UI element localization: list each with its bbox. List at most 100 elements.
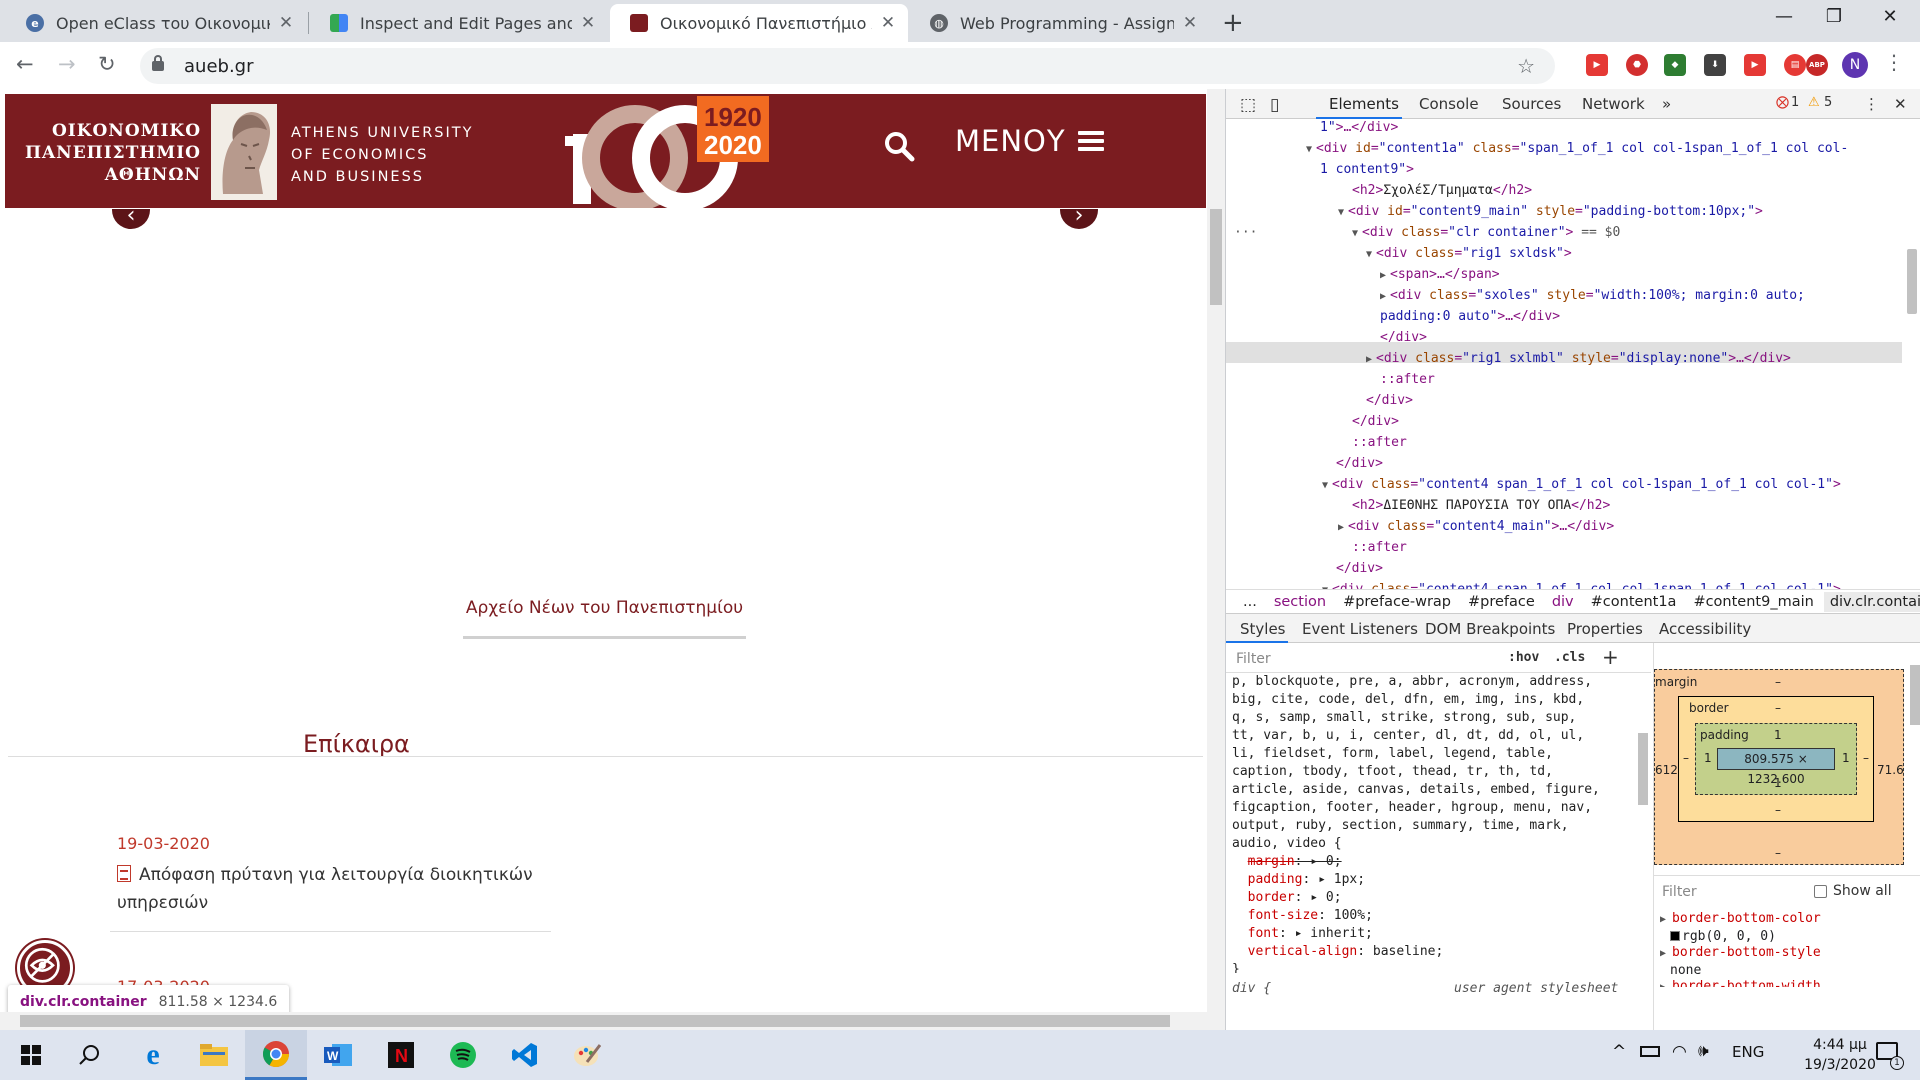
margin-right-value[interactable]: 71.6 bbox=[1877, 763, 1904, 777]
dom-node[interactable]: padding:0 auto">…</div> bbox=[1380, 306, 1560, 327]
paint-icon[interactable] bbox=[556, 1030, 618, 1080]
computed-property[interactable]: ▶ border-bottom-width bbox=[1660, 979, 1910, 987]
dom-node[interactable]: </div> bbox=[1336, 453, 1383, 474]
tab-sources[interactable]: Sources bbox=[1502, 95, 1561, 113]
extension-icon[interactable]: ▤ bbox=[1784, 54, 1806, 76]
adblock-icon[interactable]: ABP bbox=[1806, 54, 1828, 76]
tab-properties[interactable]: Properties bbox=[1567, 620, 1643, 638]
address-bar[interactable]: aueb.gr ☆ bbox=[140, 48, 1555, 84]
extension-icon[interactable]: ▶ bbox=[1744, 54, 1766, 76]
tab-dom-breakpoints[interactable]: DOM Breakpoints bbox=[1425, 620, 1555, 638]
dom-node[interactable]: 1">…</div> bbox=[1320, 119, 1398, 138]
lock-icon[interactable] bbox=[152, 55, 164, 71]
breadcrumb-item[interactable]: ... bbox=[1243, 594, 1257, 610]
browser-menu-icon[interactable]: ⋮ bbox=[1884, 50, 1904, 74]
dom-node[interactable]: 1 content9"> bbox=[1320, 159, 1414, 180]
tab-network[interactable]: Network bbox=[1582, 95, 1645, 113]
close-window-button[interactable]: ✕ bbox=[1870, 6, 1910, 27]
browser-tab[interactable]: e Open eClass του Οικονομικού Πανεπιστημ… bbox=[6, 4, 306, 42]
styles-scrollbar[interactable] bbox=[1633, 673, 1651, 1030]
close-tab-icon[interactable]: ✕ bbox=[878, 13, 898, 33]
file-explorer-icon[interactable] bbox=[183, 1030, 245, 1080]
tab-event-listeners[interactable]: Event Listeners bbox=[1302, 620, 1418, 638]
word-icon[interactable]: W bbox=[307, 1030, 369, 1080]
border-left-value[interactable]: – bbox=[1683, 751, 1689, 765]
breadcrumb-item[interactable]: #content1a bbox=[1591, 594, 1677, 610]
computed-property[interactable]: ▶ border-bottom-style bbox=[1660, 945, 1910, 963]
volume-icon[interactable]: 🕪 bbox=[1698, 1041, 1709, 1061]
minimize-window-button[interactable]: — bbox=[1764, 6, 1804, 27]
show-all-checkbox[interactable]: Show all bbox=[1814, 883, 1892, 899]
reload-button[interactable]: ↻ bbox=[98, 52, 116, 76]
tab-console[interactable]: Console bbox=[1419, 95, 1479, 113]
inspect-element-icon[interactable]: ⬚ bbox=[1240, 95, 1256, 115]
menu-button[interactable]: ΜΕΝΟΥ bbox=[955, 124, 1104, 158]
slider-next-arrow[interactable]: › bbox=[1060, 209, 1098, 229]
chrome-icon[interactable] bbox=[245, 1030, 307, 1080]
tab-accessibility[interactable]: Accessibility bbox=[1659, 620, 1751, 638]
warning-icon[interactable]: ⚠ bbox=[1808, 95, 1820, 110]
page-vertical-scrollbar[interactable] bbox=[1207, 89, 1225, 1030]
extension-icon[interactable]: ▶ bbox=[1586, 54, 1608, 76]
forward-button[interactable]: → bbox=[58, 52, 76, 76]
css-rule-header[interactable]: div { user agent stylesheet bbox=[1232, 981, 1632, 996]
dom-node[interactable]: </div> bbox=[1380, 327, 1427, 348]
box-content-size[interactable]: 809.575 × 1232.600 bbox=[1717, 748, 1835, 786]
dom-node[interactable]: ::after bbox=[1380, 369, 1435, 390]
breadcrumb-item[interactable]: #content9_main bbox=[1693, 594, 1813, 610]
vscode-icon[interactable] bbox=[494, 1030, 556, 1080]
dom-tree-scrollbar[interactable] bbox=[1902, 119, 1920, 589]
warning-count[interactable]: 5 bbox=[1824, 95, 1832, 110]
error-count[interactable]: 1 bbox=[1791, 95, 1799, 110]
css-rule-text[interactable]: p, blockquote, pre, a, abbr, acronym, ad… bbox=[1232, 673, 1632, 973]
breadcrumb-item[interactable]: div bbox=[1552, 594, 1574, 610]
search-icon[interactable] bbox=[58, 1030, 120, 1080]
error-icon[interactable]: ⨂ bbox=[1776, 95, 1789, 110]
computed-scrollbar[interactable] bbox=[1906, 643, 1920, 1030]
battery-icon[interactable] bbox=[1640, 1046, 1660, 1057]
checkbox-icon[interactable] bbox=[1814, 884, 1827, 898]
dom-node[interactable]: ▼ <div id="content1a" class="span_1_of_1 … bbox=[1306, 138, 1848, 160]
close-tab-icon[interactable]: ✕ bbox=[276, 13, 296, 33]
news-item[interactable]: Απόφαση πρύτανη για λειτουργία διοικητικ… bbox=[117, 861, 537, 917]
margin-bottom-value[interactable]: – bbox=[1775, 846, 1781, 860]
new-rule-button[interactable]: + bbox=[1602, 645, 1619, 669]
browser-tab[interactable]: Inspect and Edit Pages and Styles ✕ bbox=[310, 4, 608, 42]
border-top-value[interactable]: – bbox=[1775, 701, 1781, 715]
dom-node[interactable]: ▶ <div class="rig1 sxlmbl" style="display… bbox=[1366, 348, 1791, 370]
news-item-title[interactable]: Απόφαση πρύτανη για λειτουργία διοικητικ… bbox=[117, 865, 533, 913]
dom-node[interactable]: ▼<div class="content4 span_1_of_1 col co… bbox=[1322, 474, 1841, 496]
bookmark-star-icon[interactable]: ☆ bbox=[1517, 54, 1535, 78]
breadcrumb-item[interactable]: #preface bbox=[1468, 594, 1535, 610]
search-icon[interactable] bbox=[883, 130, 915, 162]
extension-icon[interactable]: ⬣ bbox=[1626, 54, 1648, 76]
border-right-value[interactable]: – bbox=[1863, 751, 1869, 765]
breadcrumb-item[interactable]: #preface-wrap bbox=[1343, 594, 1451, 610]
padding-right-value[interactable]: 1 bbox=[1842, 751, 1850, 765]
tab-styles[interactable]: Styles bbox=[1240, 620, 1286, 638]
dom-node[interactable]: ▶ <div class="content4_main">…</div> bbox=[1338, 516, 1614, 538]
browser-tab-active[interactable]: Οικονομικό Πανεπιστήμιο Αθηνών ✕ bbox=[610, 4, 908, 42]
netflix-icon[interactable]: N bbox=[370, 1030, 432, 1080]
padding-left-value[interactable]: 1 bbox=[1704, 751, 1712, 765]
tab-elements[interactable]: Elements bbox=[1329, 95, 1399, 113]
dom-tree[interactable]: 1">…</div> ▼ <div id="content1a" class="s… bbox=[1226, 119, 1906, 589]
horizontal-scrollbar[interactable] bbox=[0, 1012, 1207, 1030]
dom-node[interactable]: ▶ <div class="sxoles" style="width:100%; … bbox=[1380, 285, 1805, 307]
slider-prev-arrow[interactable]: ‹ bbox=[112, 209, 150, 229]
wifi-icon[interactable]: ◠ bbox=[1672, 1042, 1687, 1062]
dom-node[interactable]: ▼ <div class="rig1 sxldsk"> bbox=[1366, 243, 1572, 265]
padding-top-value[interactable]: 1 bbox=[1774, 728, 1782, 742]
show-hidden-icons-icon[interactable]: ^ bbox=[1612, 1042, 1626, 1062]
profile-avatar[interactable]: N bbox=[1842, 52, 1868, 78]
device-toolbar-icon[interactable]: ▯ bbox=[1270, 95, 1279, 115]
more-tabs-icon[interactable]: » bbox=[1662, 95, 1671, 113]
dom-node-selected[interactable]: ▼ <div class="clr container"> == $0 bbox=[1352, 222, 1620, 244]
dom-node[interactable]: ▶ <span>…</span> bbox=[1380, 264, 1500, 286]
close-tab-icon[interactable]: ✕ bbox=[578, 13, 598, 33]
news-archive-link[interactable]: Αρχείο Νέων του Πανεπιστημίου bbox=[463, 598, 746, 618]
back-button[interactable]: ← bbox=[16, 52, 34, 76]
devtools-menu-icon[interactable]: ⋮ bbox=[1864, 95, 1879, 113]
browser-tab[interactable]: ◍ Web Programming - Assignments ✕ bbox=[910, 4, 1210, 42]
logo-greek-text[interactable]: ΟΙΚΟΝΟΜΙΚΟ ΠΑΝΕΠΙΣΤΗΜΙΟ ΑΘΗΝΩΝ bbox=[11, 120, 201, 186]
